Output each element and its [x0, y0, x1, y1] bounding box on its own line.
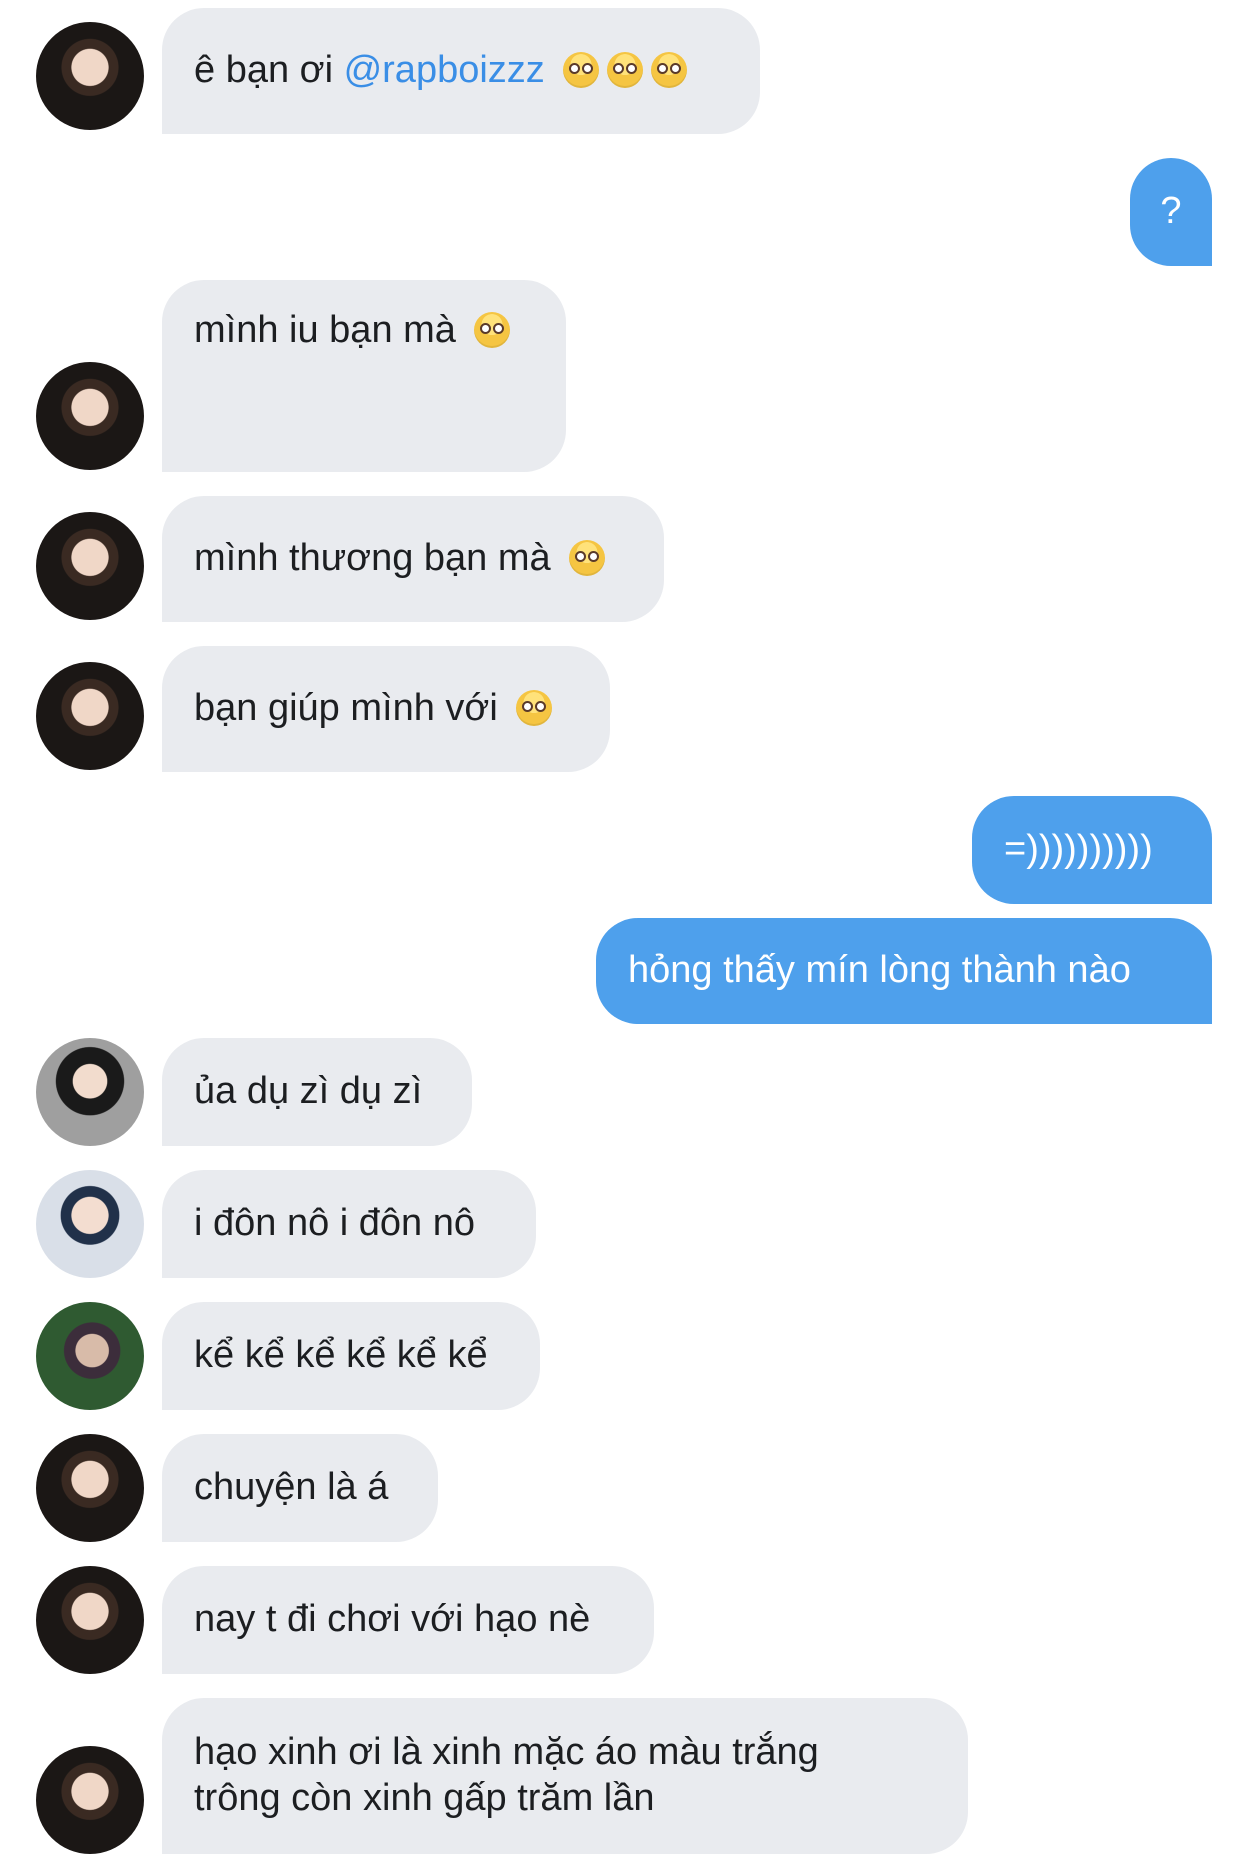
message-bubble[interactable]: hỏng thấy mín lòng thành nào [596, 918, 1212, 1024]
message-text: chuyện là á [194, 1466, 389, 1509]
avatar[interactable] [36, 1038, 144, 1146]
message-text: i đôn nô i đôn nô [194, 1202, 476, 1245]
message-text: ? [1160, 190, 1182, 233]
message-bubble[interactable]: kể kể kể kể kể kể [162, 1302, 540, 1410]
mention-link[interactable]: @rapboizzz [344, 49, 545, 91]
message-text: ê bạn ơi [194, 49, 344, 92]
avatar[interactable] [36, 1170, 144, 1278]
message-bubble[interactable]: ủa dụ zì dụ zì [162, 1038, 472, 1146]
message-bubble[interactable]: nay t đi chơi với hạo nè [162, 1566, 654, 1674]
message-text: bạn giúp mình với [194, 687, 498, 730]
message-bubble[interactable]: mình iu bạn mà [162, 280, 566, 472]
message-bubble[interactable]: ? [1130, 158, 1212, 266]
pleading-face-emoji [474, 312, 511, 348]
message-text: mình iu bạn mà [194, 309, 456, 351]
avatar[interactable] [36, 1302, 144, 1410]
avatar[interactable] [36, 22, 144, 130]
message-bubble[interactable]: hạo xinh ơi là xinh mặc áo màu trắng trô… [162, 1698, 968, 1854]
message-text-line: trông còn xinh gấp trăm lần [194, 1777, 655, 1819]
message-text-line: hạo xinh ơi là xinh mặc áo màu trắng [194, 1731, 819, 1774]
message-text: nay t đi chơi với hạo nè [194, 1598, 591, 1641]
message-bubble[interactable]: ê bạn ơi @rapboizzz [162, 8, 760, 134]
message-text: hỏng thấy mín lòng thành nào [628, 949, 1131, 992]
message-bubble[interactable]: mình thương bạn mà [162, 496, 664, 622]
avatar[interactable] [36, 1566, 144, 1674]
pleading-face-emoji [569, 540, 606, 577]
pleading-face-emoji [516, 690, 553, 727]
message-text: ủa dụ zì dụ zì [194, 1070, 423, 1113]
message-text: mình thương bạn mà [194, 537, 551, 580]
avatar[interactable] [36, 362, 144, 470]
message-text: kể kể kể kể kể kể [194, 1334, 488, 1377]
avatar[interactable] [36, 1746, 144, 1854]
avatar[interactable] [36, 662, 144, 770]
message-bubble[interactable]: bạn giúp mình với [162, 646, 610, 772]
pleading-face-emoji [607, 52, 644, 89]
avatar[interactable] [36, 512, 144, 620]
pleading-face-emoji [563, 52, 600, 89]
pleading-face-emoji [651, 52, 688, 89]
message-text: =)))))))))) [1004, 828, 1153, 871]
message-bubble[interactable]: i đôn nô i đôn nô [162, 1170, 536, 1278]
message-bubble[interactable]: chuyện là á [162, 1434, 438, 1542]
avatar[interactable] [36, 1434, 144, 1542]
message-bubble[interactable]: =)))))))))) [972, 796, 1212, 904]
